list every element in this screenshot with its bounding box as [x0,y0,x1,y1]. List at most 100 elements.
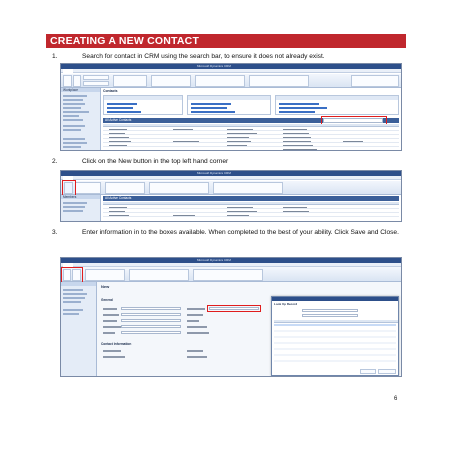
table-row[interactable] [103,128,399,131]
step-text: Search for contact in CRM using the sear… [82,53,325,60]
nav-item[interactable] [63,293,87,295]
save-close-highlight [61,267,83,283]
ribbon-group[interactable] [83,75,109,80]
lookup-grid-header [274,320,398,323]
table-row[interactable] [103,132,399,135]
table-row[interactable] [103,210,399,213]
ribbon-group[interactable] [213,182,283,194]
phone-field[interactable] [121,331,181,334]
nav-item[interactable] [63,289,83,291]
page-number: 6 [394,396,398,402]
table-row[interactable] [103,214,399,217]
step-text: Click on the New button in the top left … [82,158,229,165]
lookup-record-dialog: Look Up Record [271,296,399,376]
section-banner: CREATING A NEW CONTACT [46,34,406,48]
tab-contacts[interactable] [75,69,87,73]
table-row[interactable] [103,140,399,143]
ribbon-group[interactable] [129,269,189,281]
nav-item[interactable] [63,202,87,204]
grid-header [103,124,399,127]
salutation-field[interactable] [121,307,181,310]
lookup-add-button[interactable] [360,369,376,374]
lookup-search-input[interactable] [302,309,358,312]
form-section-general: General [101,298,113,302]
ribbon-tabs [61,176,401,180]
nav-item[interactable] [63,99,83,101]
new-button[interactable] [63,75,72,87]
nav-item[interactable] [63,138,85,140]
tab-file[interactable] [63,69,73,73]
ribbon-group[interactable] [249,75,309,87]
table-row[interactable] [103,144,399,147]
tab-add[interactable] [89,263,99,267]
ribbon-group[interactable] [113,75,147,87]
tab-view[interactable] [115,69,125,73]
ribbon-tabs [61,263,401,267]
nav-item[interactable] [63,129,81,131]
table-row[interactable] [103,206,399,209]
nav-item[interactable] [63,125,85,127]
ribbon-group[interactable] [351,75,399,87]
step-number: 3. [52,229,58,236]
tab-add[interactable] [89,69,99,73]
lookup-title: Look Up Record [274,302,298,306]
form-title: New [101,284,110,289]
nav-item[interactable] [63,301,81,303]
screenshot-new-button: Microsoft Dynamics CRM Members All Activ… [60,170,402,222]
ribbon-group[interactable] [85,269,125,281]
lookup-cancel-button[interactable] [378,369,396,374]
dashboard-panel [275,95,399,115]
ribbon-group[interactable] [151,75,191,87]
tab-customize[interactable] [101,69,113,73]
grid-header [103,202,399,205]
navigation-pane: Members [61,195,101,221]
nav-item[interactable] [63,297,85,299]
tab-add[interactable] [89,176,99,180]
nav-item[interactable] [63,111,89,113]
nav-item[interactable] [63,107,81,109]
nav-item[interactable] [63,206,85,208]
new-button-highlight [62,180,76,196]
screenshot-new-contact-form: Microsoft Dynamics CRM New General Conta… [60,257,402,377]
table-row[interactable] [103,136,399,139]
tab-contacts[interactable] [75,176,87,180]
ribbon-group[interactable] [195,75,245,87]
step-2: 2. Click on the New button in the top le… [52,158,422,166]
step-number: 2. [52,158,58,165]
ribbon-group[interactable] [83,81,109,86]
view-title: Contacts [103,89,118,93]
nav-heading: Members [61,195,100,199]
nav-item[interactable] [63,115,79,117]
ribbon-group[interactable] [193,269,263,281]
ribbon-group[interactable] [105,182,145,194]
nav-item[interactable] [63,95,87,97]
step-text: Enter information in to the boxes availa… [82,229,399,236]
nav-item[interactable] [63,146,81,148]
ribbon-group[interactable] [149,182,209,194]
list-item[interactable] [274,363,396,365]
nav-item[interactable] [63,119,83,121]
ribbon-group[interactable] [75,182,101,194]
edit-button[interactable] [73,75,81,87]
ribbon [61,181,401,195]
last-name-field[interactable] [121,319,181,322]
ribbon-tabs [61,69,401,73]
nav-item[interactable] [63,309,83,311]
step-number: 1. [52,53,58,60]
first-name-field[interactable] [121,313,181,316]
dashboard-panel [187,95,271,115]
nav-item[interactable] [63,313,79,315]
table-row[interactable] [103,148,399,150]
step-1: 1. Search for contact in CRM using the s… [52,53,422,61]
nav-heading: Workplace [61,88,100,92]
organisation-highlight [207,305,261,312]
nav-item[interactable] [63,210,83,212]
navigation-pane [61,282,97,376]
dashboard-panel [103,95,183,115]
job-title-field[interactable] [121,325,181,328]
nav-item[interactable] [63,103,85,105]
nav-item[interactable] [63,142,87,144]
form-section-contact-info: Contact Information [101,342,132,346]
lookup-view-select[interactable] [302,314,358,317]
tab-customize[interactable] [101,176,113,180]
